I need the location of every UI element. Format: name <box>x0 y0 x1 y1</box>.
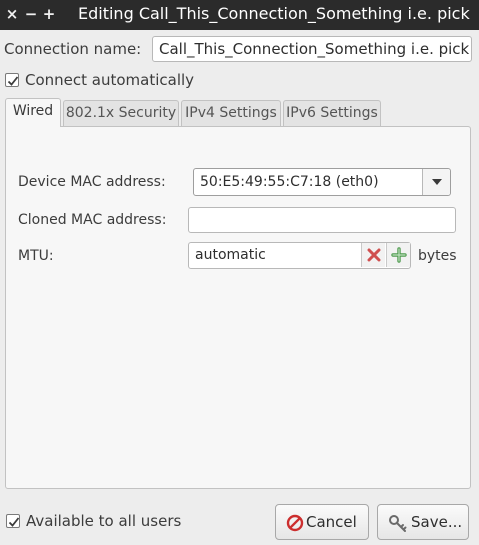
cancel-button[interactable]: Cancel <box>275 504 369 540</box>
device-mac-value: 50:E5:49:55:C7:18 (eth0) <box>200 174 379 190</box>
tab-802-1x-security[interactable]: 802.1x Security <box>63 100 179 126</box>
clear-icon <box>367 248 381 262</box>
tab-wired[interactable]: Wired <box>5 98 61 127</box>
mtu-increment-button[interactable] <box>386 243 410 267</box>
cloned-mac-input[interactable] <box>188 207 456 233</box>
mtu-clear-button[interactable] <box>361 243 385 267</box>
checkmark-icon <box>8 517 20 527</box>
device-mac-dropdown-button[interactable] <box>422 169 450 195</box>
connection-name-label: Connection name: <box>4 40 142 58</box>
window-title: Editing Call_This_Connection_Something i… <box>78 4 470 23</box>
available-to-all-users-label: Available to all users <box>26 512 182 530</box>
chevron-down-icon <box>432 179 442 185</box>
tab-ipv4-settings[interactable]: IPv4 Settings <box>181 100 281 126</box>
mtu-unit-label: bytes <box>418 248 457 264</box>
tab-ipv6-settings[interactable]: IPv6 Settings <box>283 100 381 126</box>
save-button[interactable]: Save... <box>377 504 469 540</box>
minimize-icon[interactable]: − <box>24 3 38 25</box>
available-to-all-users-checkbox[interactable] <box>6 514 20 528</box>
device-mac-combobox[interactable]: 50:E5:49:55:C7:18 (eth0) <box>193 168 451 196</box>
mtu-label: MTU: <box>18 248 54 264</box>
save-button-label: Save... <box>411 513 463 531</box>
cancel-icon <box>286 514 304 532</box>
cancel-button-label: Cancel <box>306 513 357 531</box>
close-icon[interactable]: × <box>5 3 19 25</box>
device-mac-label: Device MAC address: <box>18 174 166 190</box>
window-titlebar: × − + Editing Call_This_Connection_Somet… <box>0 0 479 30</box>
connect-automatically-label: Connect automatically <box>25 71 195 89</box>
keys-icon <box>389 515 407 532</box>
connection-name-input[interactable]: Call_This_Connection_Something i.e. pick <box>152 36 472 62</box>
cloned-mac-label: Cloned MAC address: <box>18 212 167 228</box>
maximize-icon[interactable]: + <box>42 3 56 25</box>
plus-icon <box>391 247 407 263</box>
connect-automatically-checkbox[interactable] <box>5 73 19 87</box>
checkmark-icon <box>7 76 19 86</box>
mtu-value[interactable]: automatic <box>195 247 266 263</box>
